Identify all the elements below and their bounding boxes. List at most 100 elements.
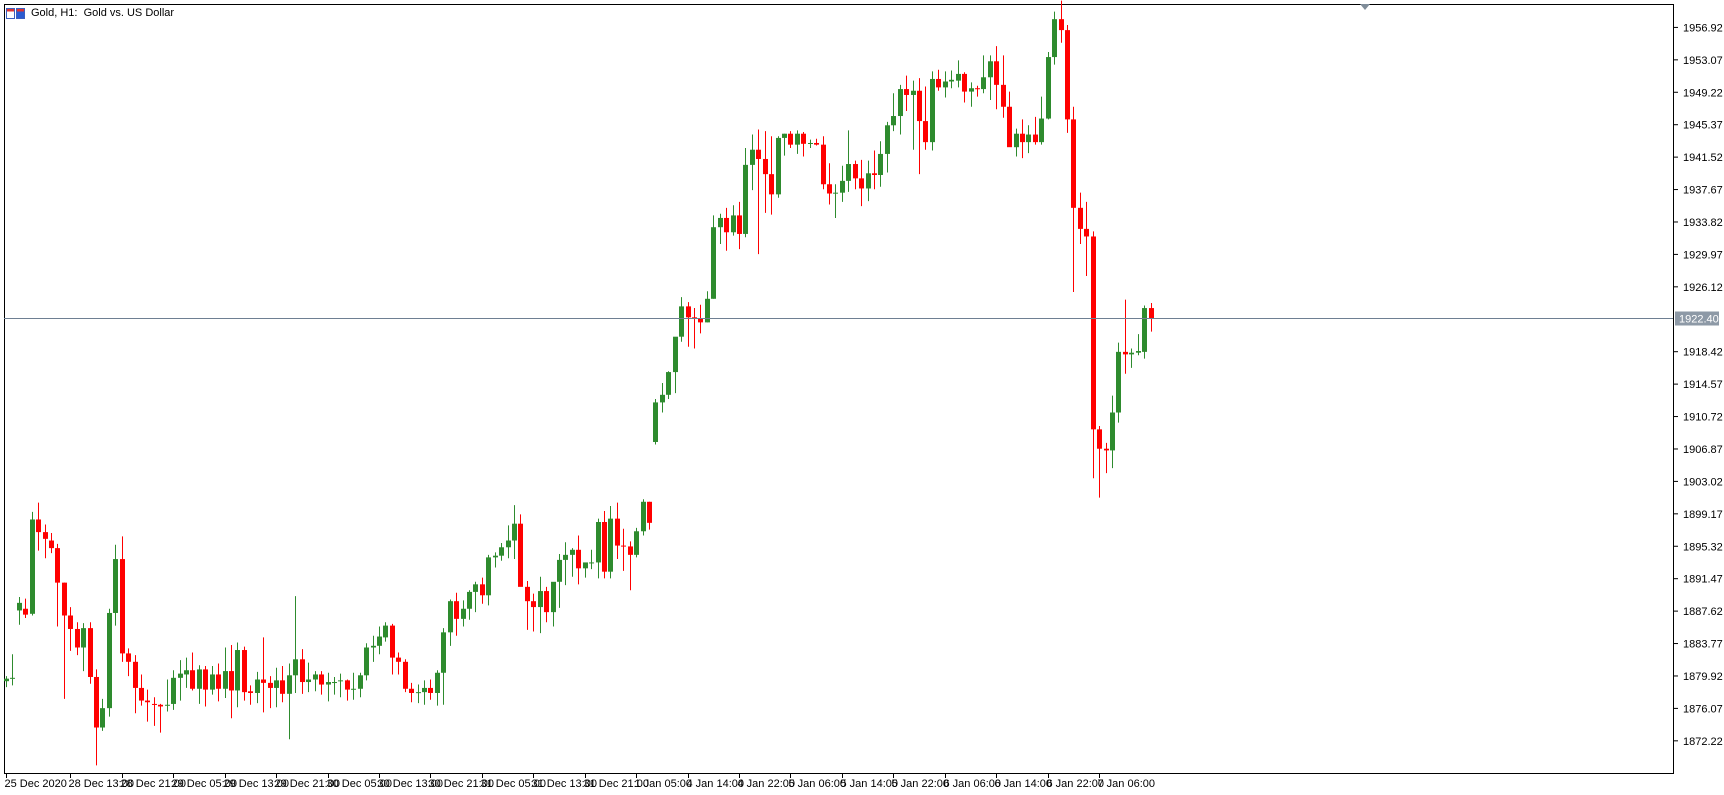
candle-body [190,670,195,689]
candle-body [1110,412,1115,451]
candle-body [788,133,793,145]
x-tick-label: 1 Jan 05:00 [635,778,693,790]
candle-body [152,703,157,705]
candle-body [287,675,292,694]
candle-body [1084,228,1089,237]
candle-body [300,659,305,683]
candle-body [139,687,144,701]
candle-body [911,90,916,95]
candle-body [100,708,105,728]
candle-body [756,149,761,159]
candle-body [673,336,678,373]
candle-body [866,173,871,189]
candle-body [486,557,491,596]
candle-body [1014,133,1019,148]
candle-body [647,501,652,523]
x-tick-label: 7 Jan 06:00 [1098,778,1156,790]
x-tick-label: 25 Dec 2020 [5,778,67,790]
candle-body [1001,84,1006,107]
candle-body [962,73,967,92]
candle-body [1026,134,1031,143]
candle-body [821,144,826,185]
y-tick-label: 1914.57 [1683,379,1723,391]
candle-body [570,549,575,555]
candle-body [165,704,170,706]
candle-body [49,540,54,549]
candle-body [583,562,588,569]
candle-body [969,88,974,92]
candle-body [1078,207,1083,229]
candlestick-chart[interactable]: 1956.92 1953.07 1949.22 1945.37 1941.52 1937.… [0,0,1724,795]
candle-body [1091,236,1096,430]
x-tick-label: 6 Jan 06:00 [944,778,1002,790]
candle-body [332,682,337,684]
candle-body [255,679,260,693]
candle-body [403,661,408,689]
candle-body [345,680,350,690]
candle-body [467,591,472,609]
candle-body [518,523,523,587]
candle-body [1136,351,1141,353]
candle-body [878,153,883,175]
candle-body [988,61,993,78]
candle-body [68,615,73,629]
candle-body [268,682,273,688]
candle-body [261,679,266,683]
x-tick-label: 4 Jan 14:00 [687,778,745,790]
candle-body [679,306,684,337]
chart-title: Gold, H1: Gold vs. US Dollar [31,7,175,19]
candle-body [1065,30,1070,120]
candle-body [686,306,691,318]
candle-body [538,591,543,608]
candle-body [506,540,511,548]
candle-body [499,547,504,556]
candle-body [801,133,806,144]
candle-body [383,625,388,638]
x-tick-label: 5 Jan 06:00 [789,778,847,790]
y-tick-label: 1929.97 [1683,249,1723,261]
candle-body [210,674,215,690]
candle-body [525,586,530,602]
candle-body [409,688,414,693]
candle-body [62,582,67,616]
candle-body [531,601,536,608]
candle-body [203,669,208,690]
candle-body [1116,351,1121,413]
candle-body [416,692,421,694]
candle-body [23,608,28,615]
x-tick-label: 4 Jan 22:00 [738,778,796,790]
candle-body [615,518,620,546]
candle-body [371,645,376,648]
candle-body [306,679,311,683]
candle-body [428,687,433,693]
candle-body [94,676,99,728]
candle-body [358,675,363,689]
candle-body [396,657,401,662]
candle-body [1149,308,1154,319]
candle-body [197,669,202,689]
shift-marker-icon [1360,4,1370,10]
candle-body [17,602,22,611]
candle-body [512,523,517,541]
candle-body [608,518,613,572]
candle-body [814,142,819,145]
candle-body [158,704,163,707]
candle-body [351,688,356,690]
candle-body [602,522,607,572]
candle-body [1071,119,1076,208]
candle-body [242,650,247,693]
candle-body [274,680,279,688]
candle-body [544,591,549,613]
candle-body [660,394,665,403]
candle-body [364,647,369,676]
candle-body [666,372,671,395]
x-tick-label: 5 Jan 22:00 [892,778,950,790]
candle-body [596,522,601,563]
candle-body [795,133,800,145]
candle-body [454,601,459,619]
candle-body [473,584,478,592]
candle-body [885,125,890,154]
candle-body [1129,352,1134,355]
candle-body [1123,351,1128,355]
candle-body [808,142,813,144]
